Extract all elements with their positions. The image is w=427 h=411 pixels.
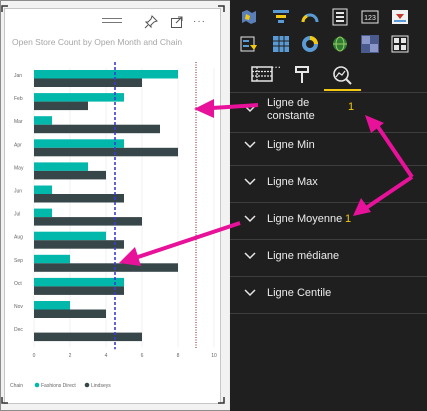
bar-lindseys <box>34 124 160 134</box>
analytics-row-count: 1 <box>348 101 355 113</box>
bar-lindseys <box>34 217 142 226</box>
legend-title: Chain <box>10 383 23 389</box>
analytics-row-label: Ligne de constante <box>267 97 315 122</box>
bar-lindseys <box>34 170 106 180</box>
legend-marker <box>34 382 40 388</box>
y-tick-label: Jan <box>14 73 22 79</box>
card-icon[interactable]: 123 <box>361 8 379 26</box>
x-tick-label: 10 <box>211 353 217 359</box>
tab-analytics[interactable] <box>326 64 359 86</box>
chevron-down-icon <box>244 252 256 260</box>
y-tick-label: Mar <box>14 119 23 125</box>
y-tick-label: Sep <box>14 258 23 264</box>
y-tick-label: Dec <box>14 327 23 333</box>
selection-handle-br[interactable] <box>218 397 225 404</box>
y-tick-label: Nov <box>14 304 23 310</box>
y-tick-label: Jun <box>14 189 22 195</box>
active-tab-indicator <box>324 89 361 91</box>
funnel-icon[interactable] <box>272 8 290 26</box>
donut-chart-icon[interactable] <box>301 35 319 53</box>
bar-lindseys <box>34 78 142 87</box>
bar-chart-visual[interactable]: ··· Open Store Count by Open Month and C… <box>4 8 221 404</box>
bar-fashions-direct <box>34 70 178 79</box>
kpi-icon[interactable] <box>391 8 409 26</box>
bar-fashions-direct <box>34 185 52 194</box>
bar-lindseys <box>34 263 178 272</box>
bar-fashions-direct <box>34 231 106 241</box>
bar-lindseys <box>34 309 106 318</box>
bar-fashions-direct <box>34 301 70 310</box>
x-tick-label: 8 <box>177 353 180 359</box>
report-canvas: ··· Open Store Count by Open Month and C… <box>1 1 229 410</box>
analytics-row-label: Ligne Max <box>267 176 318 188</box>
selection-handle-tl[interactable] <box>1 5 8 12</box>
treemap-icon[interactable] <box>391 35 409 53</box>
tab-format[interactable] <box>286 64 319 86</box>
bar-fashions-direct <box>34 139 124 148</box>
legend-marker <box>84 382 90 388</box>
analytics-row-count: 1 <box>345 213 352 225</box>
chevron-down-icon <box>244 178 256 186</box>
analytics-row-average-line[interactable]: Ligne Moyenne 1 <box>230 203 427 240</box>
bar-lindseys <box>34 147 178 157</box>
analytics-row-label: Ligne Centile <box>267 287 332 299</box>
analytics-row-constant-line[interactable]: Ligne de constante 1 <box>230 93 427 133</box>
y-tick-label: May <box>14 165 24 171</box>
tab-fields[interactable] <box>246 64 279 86</box>
selection-handle-tr[interactable] <box>218 5 225 12</box>
chevron-down-icon <box>244 215 256 223</box>
x-tick-label: 0 <box>33 353 36 359</box>
bar-fashions-direct <box>34 93 124 102</box>
y-tick-label: Feb <box>14 96 23 102</box>
bar-lindseys <box>34 332 142 342</box>
bar-fashions-direct <box>34 162 88 171</box>
slicer-icon[interactable] <box>240 35 258 53</box>
bar-lindseys <box>34 194 124 203</box>
bar-fashions-direct <box>34 116 52 125</box>
analytics-row-percentile-line[interactable]: Ligne Centile <box>230 277 427 314</box>
multi-row-card-icon[interactable] <box>331 8 349 26</box>
y-tick-label: Apr <box>14 142 22 148</box>
globe-icon[interactable] <box>331 35 349 53</box>
analytics-row-min-line[interactable]: Ligne Min <box>230 129 427 166</box>
legend-label: Lindseys <box>91 383 111 389</box>
analytics-row-max-line[interactable]: Ligne Max <box>230 166 427 203</box>
gauge-icon[interactable] <box>301 8 319 26</box>
table-icon[interactable] <box>272 35 290 53</box>
bar-fashions-direct <box>34 277 124 287</box>
x-tick-label: 6 <box>141 353 144 359</box>
bar-lindseys <box>34 286 124 295</box>
bar-fashions-direct <box>34 208 52 218</box>
bar-lindseys <box>34 101 88 111</box>
analytics-row-median-line[interactable]: Ligne médiane <box>230 240 427 277</box>
chart-plot: 0 2 4 6 8 10 Jan Feb Mar Apr May Jun Jul Aug Sep Oct Nov… <box>10 62 217 389</box>
selection-handle-bl[interactable] <box>1 397 8 404</box>
y-tick-label: Aug <box>14 235 23 241</box>
y-tick-label: Jul <box>14 212 20 218</box>
legend-label: Fashions Direct <box>41 383 76 389</box>
analytics-row-label: Ligne Min <box>267 139 315 151</box>
chevron-down-icon <box>244 289 256 297</box>
chevron-down-icon <box>244 105 256 113</box>
bar-fashions-direct <box>34 254 70 264</box>
svg-text:123: 123 <box>364 15 376 22</box>
filled-map-icon[interactable] <box>240 8 258 26</box>
y-tick-label: Oct <box>14 281 22 287</box>
x-tick-label: 2 <box>69 353 72 359</box>
x-tick-label: 4 <box>105 353 108 359</box>
chevron-down-icon <box>244 141 256 149</box>
bar-lindseys <box>34 240 124 249</box>
analytics-row-label: Ligne Moyenne <box>267 213 343 225</box>
analytics-row-label: Ligne médiane <box>267 250 340 262</box>
matrix-icon[interactable] <box>361 35 379 53</box>
visualizations-pane: 123 ... Ligne de constante 1 Ligne Min L… <box>230 0 427 411</box>
